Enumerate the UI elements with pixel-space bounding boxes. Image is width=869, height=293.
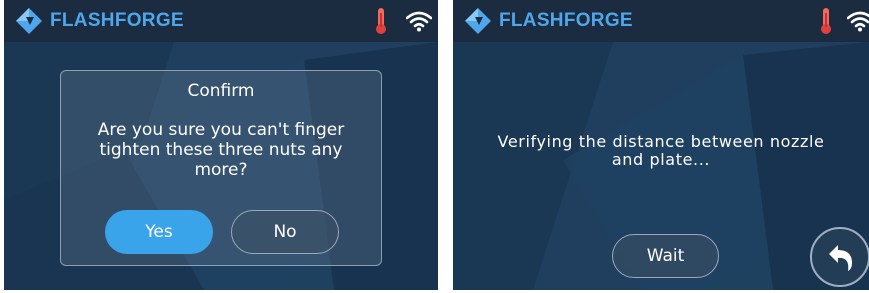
dialog-title: Confirm xyxy=(187,81,255,101)
brand-logo: FLASHFORGE xyxy=(14,0,184,42)
thermometer-icon[interactable] xyxy=(374,7,388,35)
yes-button[interactable]: Yes xyxy=(105,210,213,254)
wait-button[interactable]: Wait xyxy=(612,234,719,278)
thermometer-icon[interactable] xyxy=(819,7,833,35)
flashforge-logo-icon xyxy=(16,8,42,34)
brand-name: FLASHFORGE xyxy=(499,10,633,31)
header-bar: FLASHFORGE xyxy=(453,0,869,42)
verifying-screen: FLASHFORGE Verifying the distance betwee… xyxy=(453,0,869,290)
flashforge-logo-icon xyxy=(465,8,491,34)
back-arrow-icon xyxy=(829,245,852,271)
back-button[interactable] xyxy=(810,227,869,287)
wifi-icon[interactable] xyxy=(406,10,432,32)
brand-logo: FLASHFORGE xyxy=(463,0,633,42)
no-button[interactable]: No xyxy=(231,210,339,254)
wifi-icon[interactable] xyxy=(847,10,869,32)
brand-name: FLASHFORGE xyxy=(50,10,184,31)
dialog-message: Are you sure you can't finger tighten th… xyxy=(97,120,345,180)
confirm-screen: FLASHFORGE Confirm Are you sure you can'… xyxy=(4,0,438,290)
confirm-dialog: Confirm Are you sure you can't finger ti… xyxy=(60,70,382,266)
status-message: Verifying the distance between nozzle an… xyxy=(497,132,825,169)
header-bar: FLASHFORGE xyxy=(4,0,438,42)
